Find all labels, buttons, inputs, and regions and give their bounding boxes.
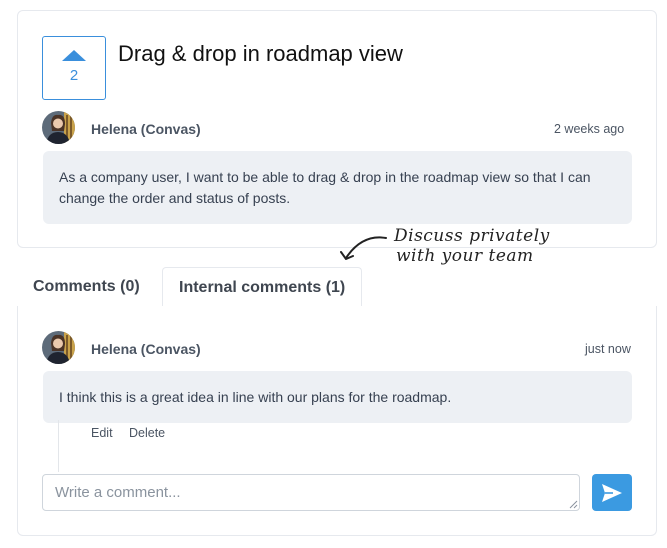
annotation-line: Discuss privately bbox=[394, 226, 550, 246]
upvote-arrow-icon bbox=[62, 50, 86, 61]
comment-timestamp: just now bbox=[585, 342, 631, 356]
thread-line bbox=[58, 420, 59, 472]
comment-input[interactable] bbox=[42, 474, 580, 511]
comment-text-line: I think this is a great idea in line wit… bbox=[59, 389, 452, 405]
annotation-line: with your team bbox=[396, 246, 534, 266]
post-title: Drag & drop in roadmap view bbox=[118, 41, 403, 66]
annotation-text: Discuss privately with your team bbox=[394, 226, 550, 266]
post-description-line: change the order and status of posts. bbox=[59, 190, 291, 206]
send-button[interactable] bbox=[592, 474, 632, 511]
delete-link[interactable]: Delete bbox=[129, 426, 165, 440]
vote-count: 2 bbox=[69, 67, 79, 84]
send-icon bbox=[602, 483, 622, 502]
tab-comments[interactable]: Comments (0) bbox=[33, 278, 140, 296]
tab-internal-comments[interactable]: Internal comments (1) bbox=[179, 279, 345, 297]
post-description: As a company user, I want to be able to … bbox=[43, 151, 632, 224]
post-description-line: As a company user, I want to be able to … bbox=[59, 169, 591, 185]
edit-link[interactable]: Edit bbox=[91, 426, 113, 440]
upvote-button[interactable]: 2 bbox=[42, 36, 106, 100]
annotation: Discuss privately with your team bbox=[338, 224, 568, 274]
avatar bbox=[42, 111, 75, 144]
avatar bbox=[42, 331, 75, 364]
post-author: Helena (Convas) bbox=[91, 121, 201, 137]
resize-grip-icon[interactable] bbox=[568, 499, 578, 509]
comment-text: I think this is a great idea in line wit… bbox=[43, 371, 632, 423]
comment-author: Helena (Convas) bbox=[91, 341, 201, 357]
post-timestamp: 2 weeks ago bbox=[554, 122, 625, 136]
